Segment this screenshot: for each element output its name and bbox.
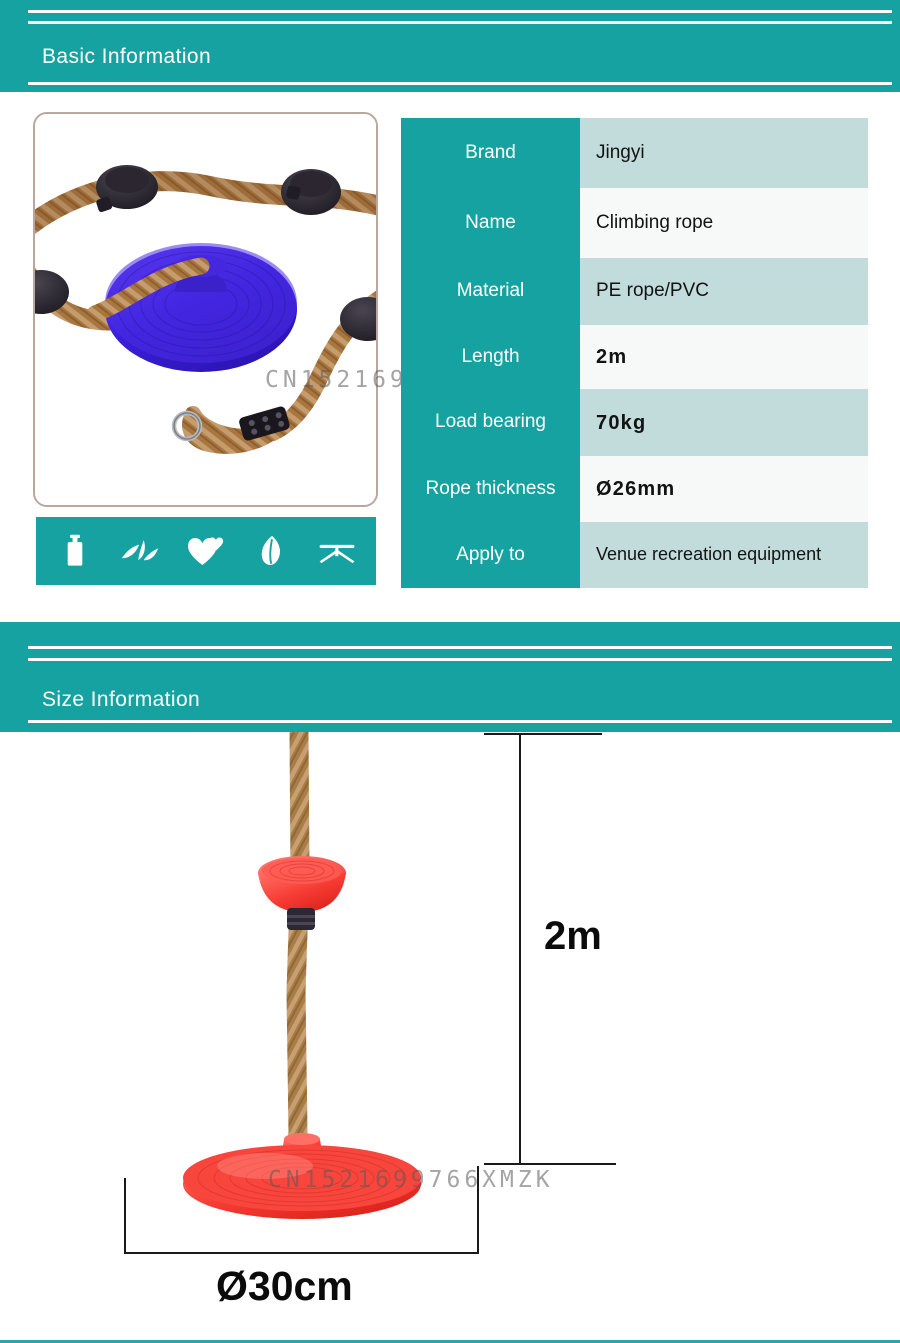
- spec-label-brand: Brand: [401, 118, 580, 188]
- bottle-icon: [55, 531, 95, 571]
- sprout-icon: [317, 531, 357, 571]
- spec-value-rope-thickness: Ø26mm: [580, 456, 868, 522]
- spec-value-brand: Jingyi: [580, 118, 868, 188]
- height-dim-tick-top: [484, 733, 602, 735]
- specification-table: Brand Jingyi Name Climbing rope Material…: [401, 118, 868, 588]
- diameter-dim-line: [124, 1252, 479, 1254]
- diameter-ext-left: [124, 1178, 126, 1254]
- spec-value-apply-to: Venue recreation equipment: [580, 522, 868, 588]
- size-banner-rule-second: [28, 658, 892, 661]
- size-banner-rule-bottom: [28, 720, 892, 723]
- spec-label-apply-to: Apply to: [401, 522, 580, 588]
- product-photo-illustration: [35, 114, 376, 505]
- diameter-ext-right: [477, 1166, 479, 1254]
- spec-value-material: PE rope/PVC: [580, 258, 868, 325]
- spec-label-material: Material: [401, 258, 580, 325]
- spec-label-name: Name: [401, 188, 580, 258]
- size-diagram-illustration: [0, 732, 900, 1332]
- basic-information-title: Basic Information: [42, 45, 212, 68]
- feature-icon-bar: [36, 517, 376, 585]
- spec-value-length: 2m: [580, 325, 868, 389]
- banner-rule-top: [28, 10, 892, 13]
- spec-value-load-bearing: 70kg: [580, 389, 868, 456]
- spec-label-length: Length: [401, 325, 580, 389]
- height-dim-tick-bottom: [484, 1163, 616, 1165]
- banner-rule-second: [28, 21, 892, 24]
- spec-label-load-bearing: Load bearing: [401, 389, 580, 456]
- product-photo-card: [33, 112, 378, 507]
- basic-information-banner: Basic Information: [0, 0, 900, 92]
- size-information-title: Size Information: [42, 688, 201, 711]
- height-dim-label: 2m: [544, 914, 602, 958]
- leaf-icon: [252, 531, 292, 571]
- banner-rule-bottom: [28, 82, 892, 85]
- product-photo: [35, 114, 376, 505]
- size-banner-rule-top: [28, 646, 892, 649]
- size-diagram: 2m Ø30cm CN1521699766XMZK: [0, 732, 900, 1332]
- spec-value-name: Climbing rope: [580, 188, 868, 258]
- hearts-icon: [186, 531, 226, 571]
- product-detail-page: Basic Information Brand Jingyi Name Clim…: [0, 0, 900, 1343]
- size-information-banner: Size Information: [0, 622, 900, 732]
- spec-label-rope-thickness: Rope thickness: [401, 456, 580, 522]
- height-dim-line: [519, 733, 521, 1165]
- diameter-dim-label: Ø30cm: [216, 1263, 353, 1309]
- grass-icon: [120, 531, 160, 571]
